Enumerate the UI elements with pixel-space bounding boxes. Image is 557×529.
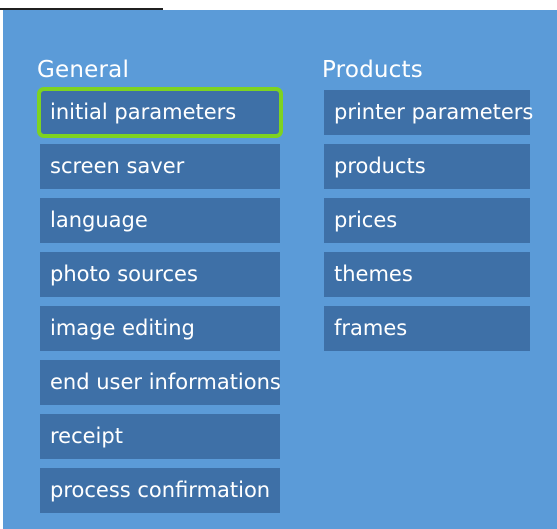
tile-screen-saver[interactable]: screen saver [40,144,280,189]
tile-prices[interactable]: prices [324,198,530,243]
tile-products[interactable]: products [324,144,530,189]
tile-frames[interactable]: frames [324,306,530,351]
general-group-title: General [37,57,130,83]
tile-receipt[interactable]: receipt [40,414,280,459]
top-strip [0,0,163,10]
tile-image-editing[interactable]: image editing [40,306,280,351]
tile-end-user-informations[interactable]: end user informations [40,360,281,405]
tile-themes[interactable]: themes [324,252,530,297]
tile-printer-parameters[interactable]: printer parameters [324,90,533,135]
tile-process-confirmation[interactable]: process confirmation [40,468,280,513]
tile-language[interactable]: language [40,198,280,243]
tile-photo-sources[interactable]: photo sources [40,252,280,297]
settings-panel: General Products initial parameters scre… [3,10,557,529]
tile-initial-parameters[interactable]: initial parameters [37,87,283,138]
products-group-title: Products [322,57,423,83]
